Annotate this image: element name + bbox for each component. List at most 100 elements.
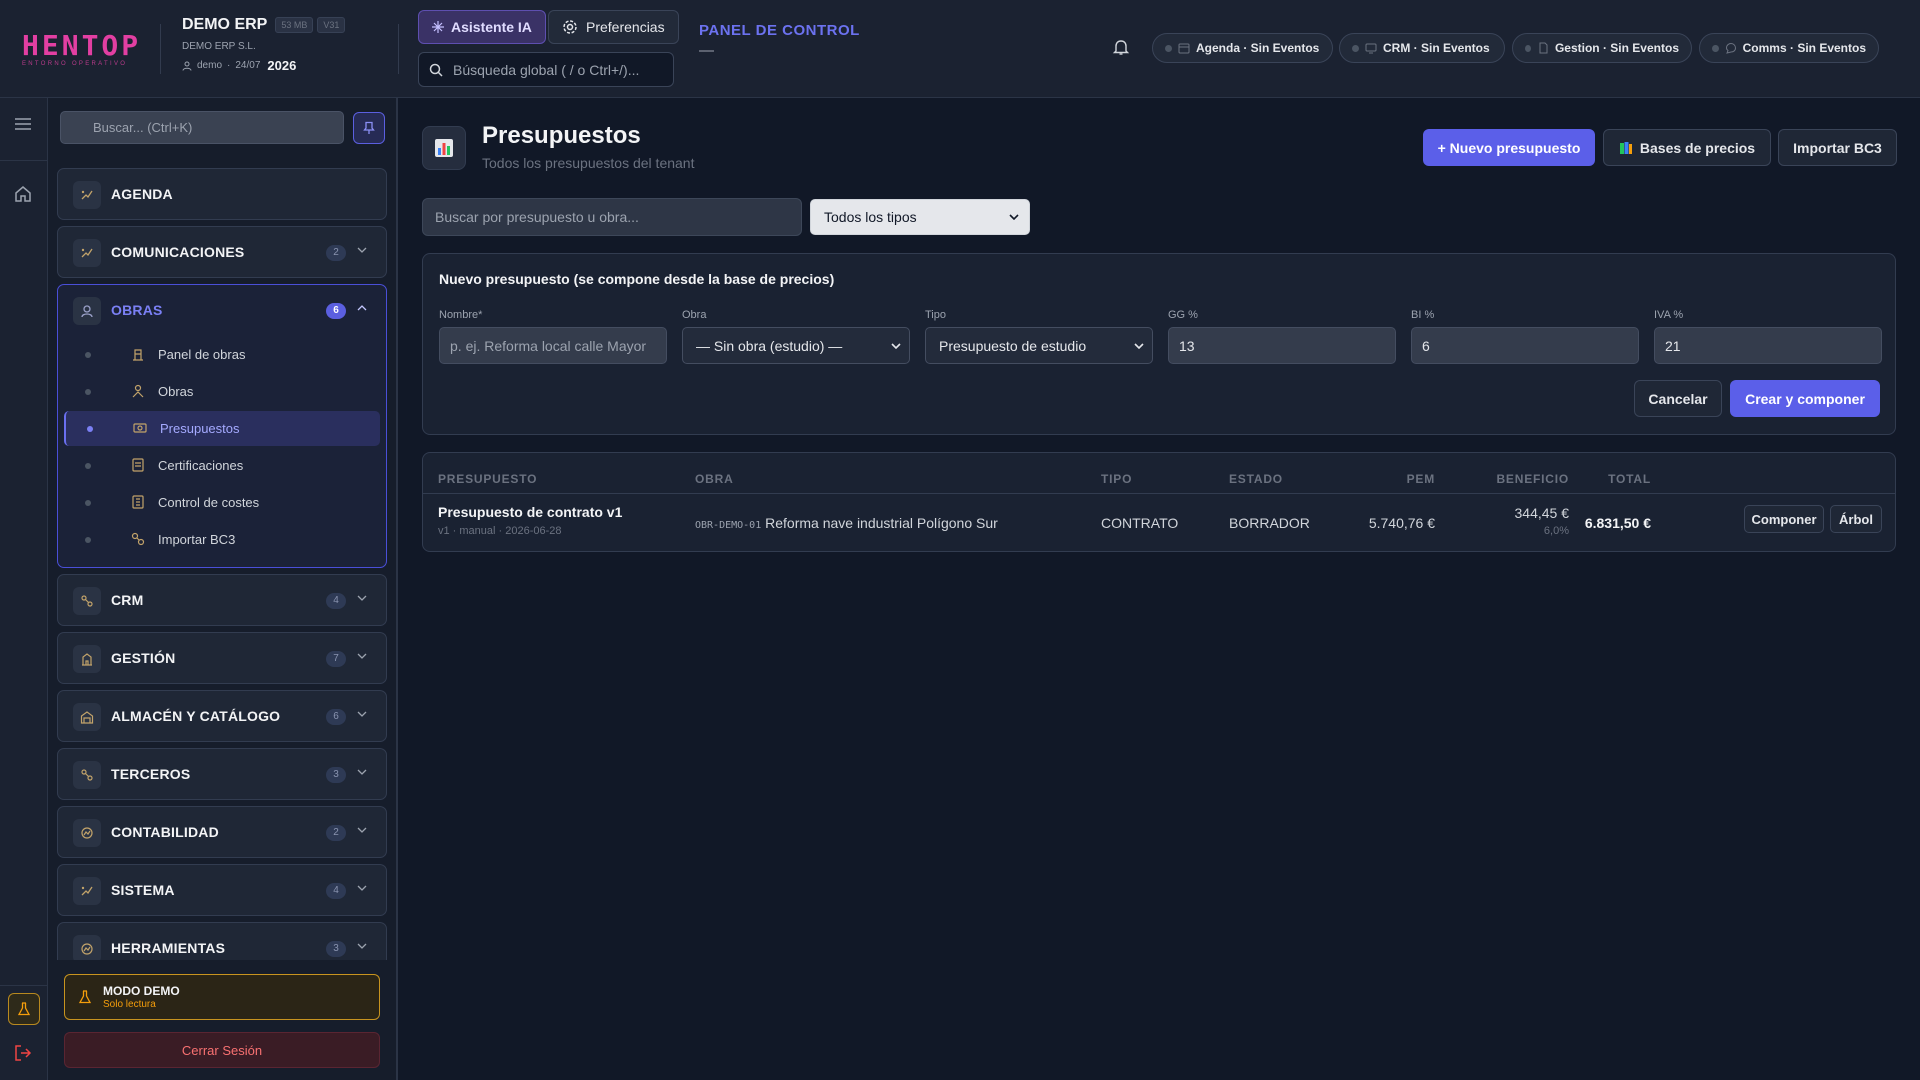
sidebar-search[interactable] — [60, 111, 344, 144]
gg-field[interactable]: 13 — [1168, 327, 1396, 364]
status-chip-crm[interactable]: CRM · Sin Eventos — [1339, 33, 1505, 63]
tipo-select[interactable]: Presupuesto de estudio — [925, 327, 1153, 364]
network-icon — [73, 587, 101, 615]
menu-icon[interactable] — [13, 116, 33, 132]
logout-icon[interactable] — [13, 1043, 33, 1063]
home-icon[interactable] — [13, 184, 33, 204]
chevron-down-icon — [357, 885, 367, 891]
nav-group-agenda[interactable]: AGENDA — [57, 168, 387, 220]
brand-logo[interactable]: HENTOP ENTORNO OPERATIVO — [22, 32, 144, 68]
gg-input[interactable]: 13 — [1179, 338, 1195, 354]
col-presupuesto[interactable]: PRESUPUESTO — [438, 472, 537, 486]
tenant-info: DEMO ERP 53 MB V31 DEMO ERP S.L. demo · … — [182, 16, 346, 73]
col-total[interactable]: TOTAL — [1531, 472, 1651, 486]
col-pem[interactable]: PEM — [1309, 472, 1435, 486]
name-field[interactable] — [439, 327, 667, 364]
import-icon — [130, 531, 146, 547]
chevron-down-icon — [1009, 214, 1019, 220]
sparkle-icon — [432, 21, 444, 33]
cancel-button[interactable]: Cancelar — [1634, 380, 1722, 417]
nav-group-gestion[interactable]: GESTIÓN 7 — [57, 632, 387, 684]
sidebar-item-presupuestos[interactable]: Presupuestos — [64, 411, 380, 446]
nav-group-comunicaciones[interactable]: COMUNICACIONES 2 — [57, 226, 387, 278]
ledger-icon — [130, 494, 146, 510]
gear-icon — [562, 19, 578, 35]
status-chip-gestion[interactable]: Gestion · Sin Eventos — [1512, 33, 1692, 63]
rail-divider — [0, 985, 48, 986]
demo-mode-banner: MODO DEMO Solo lectura — [64, 974, 380, 1020]
sidebar-item-importar-bc3[interactable]: Importar BC3 — [64, 522, 380, 557]
user-icon — [182, 61, 192, 71]
price-bases-button[interactable]: Bases de precios — [1603, 129, 1771, 166]
budget-search-input[interactable] — [435, 209, 785, 225]
chevron-down-icon — [357, 711, 367, 717]
global-search-input[interactable] — [453, 61, 663, 78]
sparkle-icon — [73, 239, 101, 267]
count-badge: 3 — [326, 941, 346, 957]
nav-group-obras[interactable]: OBRAS 6 Panel de obras Obras Presupuesto… — [57, 284, 387, 568]
version-badge: V31 — [317, 17, 346, 33]
bi-label: BI % — [1411, 309, 1435, 321]
nav-group-almacen[interactable]: ALMACÉN Y CATÁLOGO 6 — [57, 690, 387, 742]
count-badge: 2 — [326, 825, 346, 841]
bi-input[interactable]: 6 — [1422, 338, 1430, 354]
name-input[interactable] — [450, 337, 666, 354]
sidebar-nav: AGENDA COMUNICACIONES 2 OBRAS 6 Panel de… — [57, 168, 387, 960]
building-icon — [73, 645, 101, 673]
certificate-icon — [130, 457, 146, 473]
type-filter-select[interactable]: Todos los tipos — [810, 199, 1030, 235]
notifications-bell-icon[interactable] — [1112, 38, 1130, 56]
flask-icon[interactable] — [8, 993, 40, 1025]
calendar-icon — [1178, 42, 1190, 54]
nav-group-sistema[interactable]: SISTEMA 4 — [57, 864, 387, 916]
nav-group-terceros[interactable]: TERCEROS 3 — [57, 748, 387, 800]
sparkle-icon — [73, 181, 101, 209]
status-chip-comms[interactable]: Comms · Sin Eventos — [1699, 33, 1879, 63]
nav-group-crm[interactable]: CRM 4 — [57, 574, 387, 626]
tree-button[interactable]: Árbol — [1830, 505, 1882, 533]
ai-assistant-button[interactable]: Asistente IA — [418, 10, 546, 44]
new-budget-button[interactable]: + Nuevo presupuesto — [1423, 129, 1595, 166]
warehouse-icon — [73, 703, 101, 731]
page-subtitle: Todos los presupuestos del tenant — [482, 155, 695, 171]
compose-button[interactable]: Componer — [1744, 505, 1824, 533]
chevron-down-icon — [357, 247, 367, 253]
status-dot — [1352, 44, 1359, 52]
col-estado[interactable]: ESTADO — [1229, 472, 1283, 486]
obra-select[interactable]: — Sin obra (estudio) — — [682, 327, 910, 364]
sidebar-search-input[interactable] — [73, 120, 333, 135]
create-compose-button[interactable]: Crear y componer — [1730, 380, 1880, 417]
iva-input[interactable]: 21 — [1665, 338, 1681, 354]
panel-label: PANEL DE CONTROL — [699, 22, 860, 39]
screen-icon — [1365, 42, 1377, 54]
status-dot — [1712, 44, 1719, 52]
chevron-down-icon — [891, 342, 901, 349]
budget-meta: v1 · manual · 2026-06-28 — [438, 525, 562, 537]
col-obra[interactable]: OBRA — [695, 472, 734, 486]
chevron-down-icon — [1134, 342, 1144, 349]
books-icon — [1619, 141, 1633, 155]
sidebar-item-obras[interactable]: Obras — [64, 374, 380, 409]
chart-icon — [73, 819, 101, 847]
sidebar-item-control-de-costes[interactable]: Control de costes — [64, 485, 380, 520]
global-search[interactable] — [418, 52, 674, 87]
budget-name[interactable]: Presupuesto de contrato v1 — [438, 504, 622, 520]
preferences-button[interactable]: Preferencias — [548, 10, 679, 44]
sidebar-item-certificaciones[interactable]: Certificaciones — [64, 448, 380, 483]
pin-icon[interactable] — [353, 112, 385, 144]
iva-label: IVA % — [1654, 309, 1684, 321]
iva-field[interactable]: 21 — [1654, 327, 1882, 364]
col-tipo[interactable]: TIPO — [1101, 472, 1132, 486]
bar-chart-icon — [422, 126, 466, 170]
sidebar-item-panel-de-obras[interactable]: Panel de obras — [64, 337, 380, 372]
bi-field[interactable]: 6 — [1411, 327, 1639, 364]
nav-group-contabilidad[interactable]: CONTABILIDAD 2 — [57, 806, 387, 858]
nav-group-herramientas[interactable]: HERRAMIENTAS 3 — [57, 922, 387, 960]
import-bc3-button[interactable]: Importar BC3 — [1778, 129, 1897, 166]
status-chip-agenda[interactable]: Agenda · Sin Eventos — [1152, 33, 1333, 63]
size-badge: 53 MB — [275, 17, 314, 33]
count-badge: 3 — [326, 767, 346, 783]
budget-search[interactable] — [422, 198, 802, 236]
logout-button[interactable]: Cerrar Sesión — [64, 1032, 380, 1068]
table-divider — [423, 493, 1895, 494]
